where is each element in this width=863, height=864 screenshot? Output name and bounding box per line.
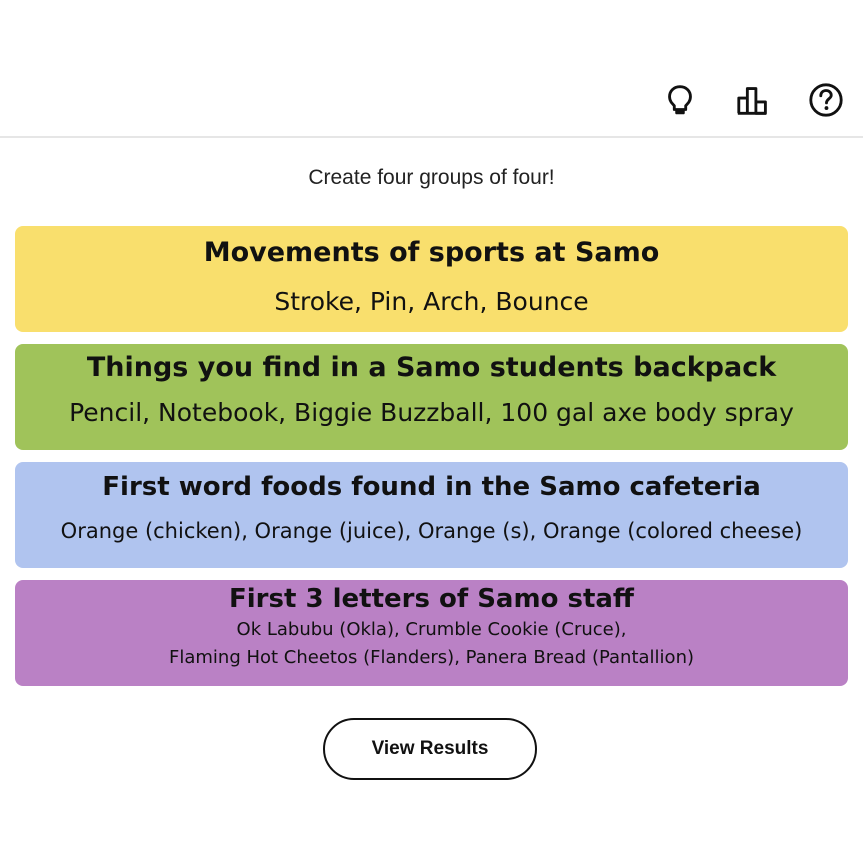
group-blue: First word foods found in the Samo cafet…	[15, 462, 848, 568]
group-members: Pencil, Notebook, Biggie Buzzball, 100 g…	[69, 398, 794, 427]
group-purple: First 3 letters of Samo staff Ok Labubu …	[15, 580, 848, 686]
group-title: Things you find in a Samo students backp…	[86, 352, 777, 383]
view-results-button[interactable]: View Results	[323, 718, 537, 780]
group-members: Ok Labubu (Okla), Crumble Cookie (Cruce)…	[236, 619, 627, 640]
group-members: Flaming Hot Cheetos (Flanders), Panera B…	[168, 647, 694, 668]
group-members: Stroke, Pin, Arch, Bounce	[274, 287, 589, 316]
stats-icon[interactable]	[734, 80, 774, 120]
lightbulb-icon[interactable]	[660, 80, 700, 120]
help-icon[interactable]	[806, 80, 846, 120]
instructions-text: Create four groups of four!	[308, 166, 555, 189]
group-members: Orange (chicken), Orange (juice), Orange…	[60, 519, 803, 543]
group-title: First 3 letters of Samo staff	[229, 584, 634, 614]
solved-groups: Movements of sports at Samo Stroke, Pin,…	[15, 226, 848, 698]
group-yellow: Movements of sports at Samo Stroke, Pin,…	[15, 226, 848, 332]
group-title: Movements of sports at Samo	[203, 237, 660, 268]
group-green: Things you find in a Samo students backp…	[15, 344, 848, 450]
top-bar	[0, 0, 863, 138]
group-title: First word foods found in the Samo cafet…	[102, 472, 761, 502]
